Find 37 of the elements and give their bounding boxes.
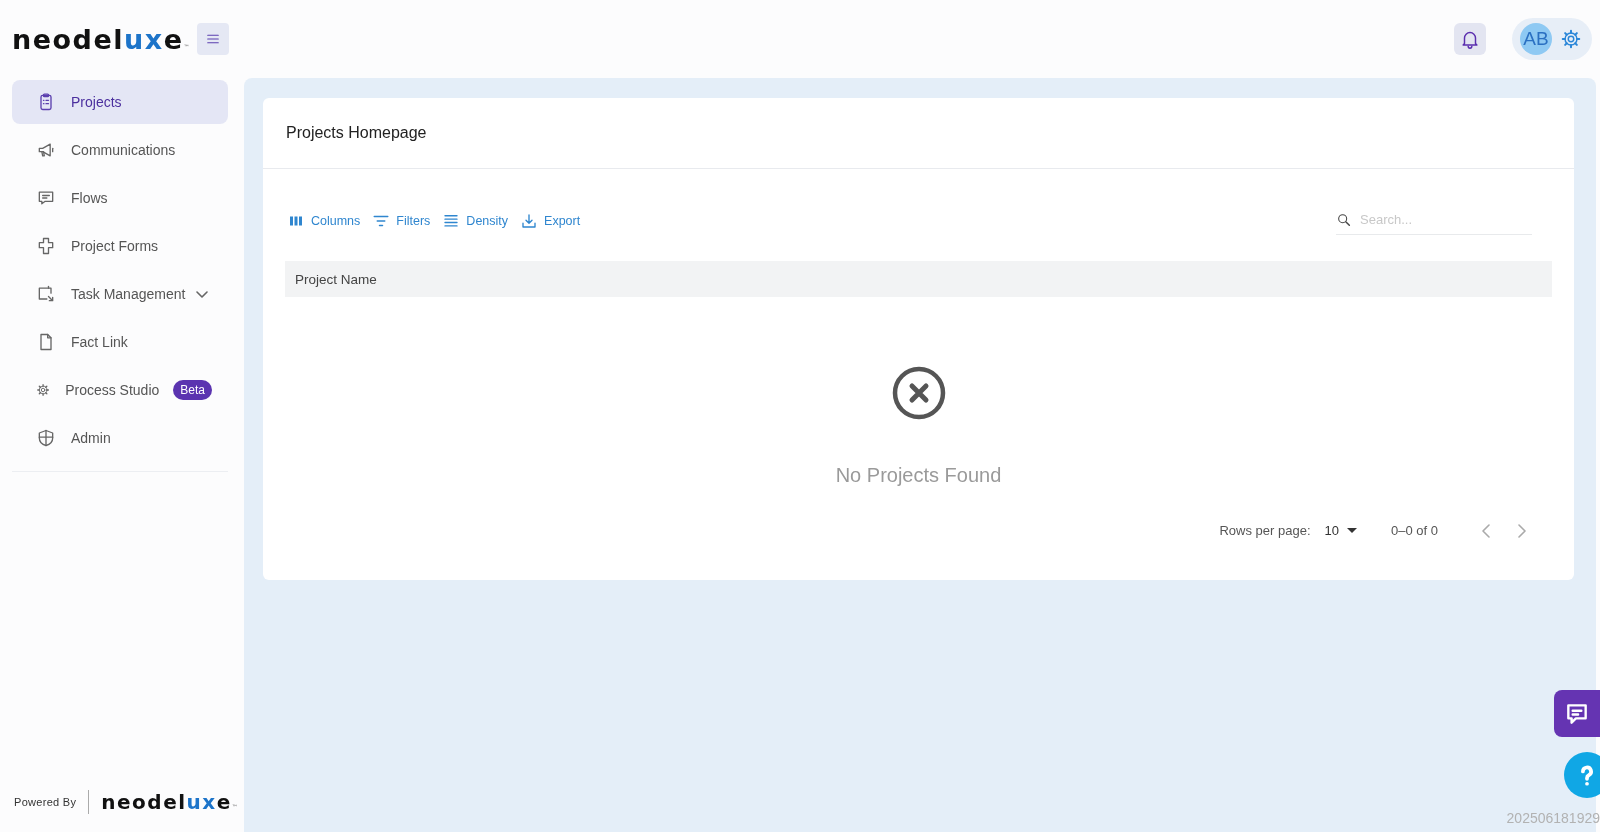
toolbar-button[interactable]: Export [518, 208, 583, 234]
shield-icon [36, 428, 56, 448]
empty-message: No Projects Found [835, 464, 1002, 487]
sidebar-item[interactable]: Projects [12, 80, 228, 124]
screen-arrow-icon [36, 284, 56, 304]
toolbar-button[interactable]: Filters [370, 208, 433, 234]
column-header[interactable]: Project Name [295, 271, 377, 287]
rows-per-page-label: Rows per page: [1219, 523, 1311, 538]
toolbar-button[interactable]: Columns [285, 208, 363, 234]
sidebar-item[interactable]: Flows [12, 176, 228, 220]
rows-per-page-select[interactable]: 10 [1324, 523, 1357, 538]
caret-icon [1347, 528, 1357, 533]
search-icon [1336, 211, 1352, 228]
next-page-button[interactable] [1518, 523, 1526, 538]
previous-page-button[interactable] [1482, 523, 1490, 538]
sidebar-item[interactable]: Admin [12, 416, 228, 460]
settings-icon[interactable] [1560, 28, 1582, 50]
download-icon [520, 212, 539, 230]
sidebar-item[interactable]: Project Forms [12, 224, 228, 268]
notifications-button[interactable] [1454, 23, 1486, 55]
puzzle-icon [36, 236, 56, 256]
chevron-right-icon [1518, 523, 1526, 538]
density-icon [442, 212, 461, 230]
sidebar-item[interactable]: Communications [12, 128, 228, 172]
powered-by-label: Powered By [14, 796, 77, 808]
chat-button[interactable] [1554, 690, 1600, 737]
sidebar-item[interactable]: Fact Link [12, 320, 228, 364]
no-results-icon [890, 365, 947, 421]
page-title: Projects Homepage [263, 98, 1574, 169]
version-label: 202506181929 [1506, 810, 1600, 826]
sidebar-item[interactable]: Task Management [12, 272, 228, 316]
page-range: 0–0 of 0 [1391, 523, 1438, 538]
menu-button[interactable] [197, 23, 230, 55]
chevron-left-icon [1482, 523, 1490, 538]
beta-badge: Beta [173, 380, 212, 400]
sidebar-item[interactable]: Process Studio Beta [12, 368, 228, 412]
toolbar-button[interactable]: Density [440, 208, 511, 234]
